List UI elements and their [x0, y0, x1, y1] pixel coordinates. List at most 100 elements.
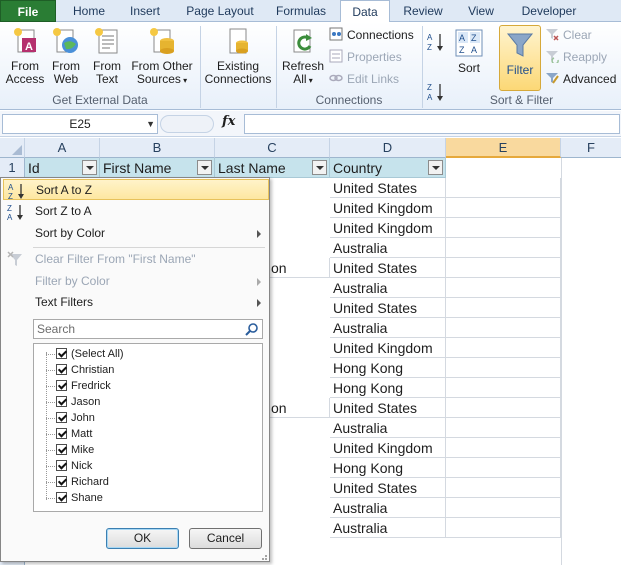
checkbox-checked-icon[interactable] — [56, 476, 67, 487]
empty-cell[interactable] — [446, 238, 561, 258]
filter-dropdown-first-name[interactable] — [197, 160, 212, 175]
empty-cell[interactable] — [446, 178, 561, 198]
filter-values-list[interactable]: (Select All) Christian Fredrick Jason John Ma… — [33, 343, 263, 512]
refresh-all-button[interactable]: Refresh All ▾ — [281, 26, 325, 87]
country-cell[interactable]: United States — [330, 478, 446, 498]
country-cell[interactable]: Australia — [330, 518, 446, 538]
empty-cell[interactable] — [446, 298, 561, 318]
formula-bar-divider-handle[interactable] — [160, 115, 214, 133]
sort-a-to-z-icon[interactable]: AZ — [427, 32, 445, 52]
checkbox-checked-icon[interactable] — [56, 428, 67, 439]
header-cell-country[interactable]: Country — [330, 158, 446, 178]
country-cell[interactable]: United Kingdom — [330, 338, 446, 358]
filter-button[interactable]: Filter — [499, 25, 541, 91]
country-cell[interactable]: Australia — [330, 418, 446, 438]
tab-data[interactable]: Data — [340, 0, 390, 23]
name-box[interactable]: E25 ▼ — [2, 114, 158, 134]
country-cell[interactable]: Australia — [330, 318, 446, 338]
sort-a-to-z-menu-item[interactable]: AZ Sort A to Z — [3, 179, 269, 201]
country-cell[interactable]: United States — [330, 298, 446, 318]
country-cell[interactable]: United States — [330, 178, 446, 198]
empty-cell[interactable] — [446, 278, 561, 298]
country-cell[interactable]: Australia — [330, 238, 446, 258]
empty-cell[interactable] — [446, 338, 561, 358]
header-cell-first-name[interactable]: First Name — [100, 158, 215, 178]
country-cell[interactable]: United Kingdom — [330, 438, 446, 458]
existing-connections-button[interactable]: Existing Connections — [204, 26, 272, 86]
edit-links-button[interactable]: Edit Links — [329, 70, 399, 88]
empty-cell[interactable] — [446, 318, 561, 338]
country-cell[interactable]: United Kingdom — [330, 218, 446, 238]
empty-cell[interactable] — [446, 498, 561, 518]
last-name-cell-partial[interactable]: on — [268, 258, 330, 278]
formula-input[interactable] — [244, 114, 620, 134]
country-cell[interactable]: United States — [330, 398, 446, 418]
empty-cell[interactable] — [446, 418, 561, 438]
from-access-button[interactable]: A From Access — [4, 26, 46, 86]
sort-by-color-menu-item[interactable]: Sort by Color — [3, 223, 269, 244]
column-header-b[interactable]: B — [100, 138, 215, 158]
column-header-e[interactable]: E — [446, 138, 561, 158]
checkbox-checked-icon[interactable] — [56, 348, 67, 359]
ok-button[interactable]: OK — [106, 528, 179, 549]
column-header-f[interactable]: F — [561, 138, 621, 158]
checkbox-checked-icon[interactable] — [56, 364, 67, 375]
country-cell[interactable]: Hong Kong — [330, 358, 446, 378]
tab-review[interactable]: Review — [396, 0, 450, 22]
tab-home[interactable]: Home — [64, 0, 114, 22]
from-other-sources-button[interactable]: From Other Sources ▾ — [130, 26, 194, 87]
checkbox-checked-icon[interactable] — [56, 444, 67, 455]
sort-button[interactable]: AZZA Sort — [452, 28, 486, 75]
tab-page-layout[interactable]: Page Layout — [178, 0, 262, 22]
chevron-down-icon[interactable]: ▼ — [146, 115, 155, 133]
column-header-a[interactable]: A — [25, 138, 100, 158]
filter-search-input[interactable]: Search — [33, 319, 263, 339]
select-all-corner[interactable] — [0, 138, 25, 158]
clear-filter-button[interactable]: Clear — [545, 26, 592, 44]
from-web-button[interactable]: From Web — [48, 26, 84, 86]
country-cell[interactable]: Hong Kong — [330, 378, 446, 398]
clear-filter-menu-item[interactable]: Clear Filter From "First Name" — [3, 249, 269, 270]
header-cell-id[interactable]: Id — [25, 158, 100, 178]
from-text-button[interactable]: From Text — [89, 26, 125, 86]
empty-cell[interactable] — [446, 518, 561, 538]
empty-cell[interactable] — [446, 398, 561, 418]
insert-function-button[interactable]: fx — [222, 114, 235, 129]
empty-cell[interactable] — [446, 258, 561, 278]
checkbox-checked-icon[interactable] — [56, 380, 67, 391]
country-cell[interactable]: Australia — [330, 278, 446, 298]
empty-cell[interactable] — [446, 478, 561, 498]
empty-cell[interactable] — [446, 458, 561, 478]
advanced-filter-button[interactable]: Advanced — [545, 70, 616, 88]
column-header-d[interactable]: D — [330, 138, 446, 158]
reapply-button[interactable]: Reapply — [545, 48, 607, 66]
country-cell[interactable]: United Kingdom — [330, 198, 446, 218]
sort-z-to-a-menu-item[interactable]: ZA Sort Z to A — [3, 201, 269, 222]
row-header-1[interactable]: 1 — [0, 158, 25, 178]
filter-dropdown-country[interactable] — [428, 160, 443, 175]
empty-cell[interactable] — [446, 198, 561, 218]
column-header-c[interactable]: C — [215, 138, 330, 158]
text-filters-menu-item[interactable]: Text Filters — [3, 292, 269, 313]
filter-dropdown-last-name[interactable] — [312, 160, 327, 175]
tab-view[interactable]: View — [456, 0, 506, 22]
resize-grip-icon[interactable] — [258, 550, 268, 560]
last-name-cell-partial[interactable]: on — [268, 398, 330, 418]
tab-formulas[interactable]: Formulas — [268, 0, 334, 22]
country-cell[interactable]: Australia — [330, 498, 446, 518]
country-cell[interactable]: Hong Kong — [330, 458, 446, 478]
checkbox-checked-icon[interactable] — [56, 396, 67, 407]
checkbox-checked-icon[interactable] — [56, 492, 67, 503]
tab-insert[interactable]: Insert — [118, 0, 172, 22]
empty-cell[interactable] — [446, 358, 561, 378]
empty-cell[interactable] — [446, 378, 561, 398]
country-cell[interactable]: United States — [330, 258, 446, 278]
cancel-button[interactable]: Cancel — [189, 528, 262, 549]
header-cell-last-name[interactable]: Last Name — [215, 158, 330, 178]
checkbox-checked-icon[interactable] — [56, 412, 67, 423]
connections-button[interactable]: Connections — [329, 26, 414, 44]
filter-dropdown-id[interactable] — [82, 160, 97, 175]
properties-button[interactable]: Properties — [329, 48, 402, 66]
checkbox-checked-icon[interactable] — [56, 460, 67, 471]
tab-developer[interactable]: Developer — [514, 0, 584, 22]
